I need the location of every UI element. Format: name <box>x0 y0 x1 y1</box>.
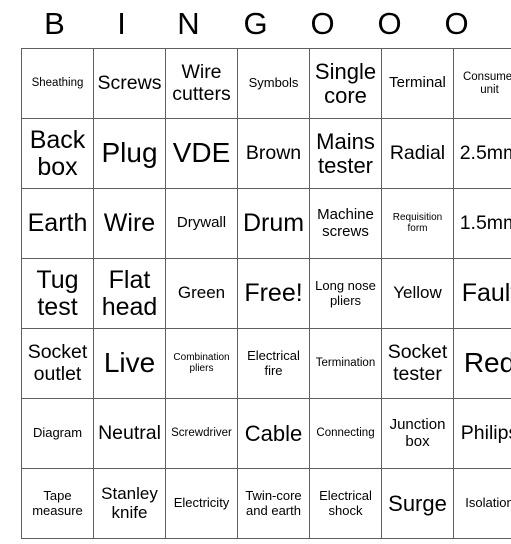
bingo-cell[interactable]: Green <box>165 258 238 329</box>
bingo-cell[interactable]: Symbols <box>237 48 310 119</box>
bingo-cell[interactable]: Isolation <box>453 468 511 539</box>
bingo-cell[interactable]: Back box <box>21 118 94 189</box>
bingo-cell[interactable]: Fault <box>453 258 511 329</box>
bingo-cell[interactable]: Screws <box>93 48 166 119</box>
bingo-cell[interactable]: Cable <box>237 398 310 469</box>
bingo-cell[interactable]: Socket outlet <box>21 328 94 399</box>
bingo-cell[interactable]: Consumer unit <box>453 48 511 119</box>
bingo-grid-body: Sheathing Screws Wire cutters Symbols Single… <box>21 48 511 539</box>
bingo-cell[interactable]: Stanley knife <box>93 468 166 539</box>
bingo-cell[interactable]: 1.5mm <box>453 188 511 259</box>
bingo-cell[interactable]: Radial <box>381 118 454 189</box>
bingo-grid: Sheathing Screws Wire cutters Symbols Single… <box>21 48 511 539</box>
bingo-cell[interactable]: Screwdriver <box>165 398 238 469</box>
bingo-cell[interactable]: Connecting <box>309 398 382 469</box>
bingo-cell[interactable]: 2.5mm <box>453 118 511 189</box>
bingo-header-letter: O <box>310 6 335 41</box>
bingo-header-letter: N <box>177 6 200 41</box>
bingo-header-letter: O <box>444 6 469 41</box>
bingo-cell[interactable]: Electricity <box>165 468 238 539</box>
bingo-cell[interactable]: Socket tester <box>381 328 454 399</box>
bingo-row: Earth Wire Drywall Drum Machine screws Requis… <box>21 188 511 259</box>
bingo-cell[interactable]: Junction box <box>381 398 454 469</box>
bingo-cell[interactable]: Diagram <box>21 398 94 469</box>
bingo-cell[interactable]: Flat head <box>93 258 166 329</box>
bingo-cell[interactable]: Mains tester <box>309 118 382 189</box>
bingo-row: Diagram Neutral Screwdriver Cable Connecting… <box>21 398 511 469</box>
bingo-cell[interactable]: Long nose pliers <box>309 258 382 329</box>
bingo-header-letter: O <box>377 6 402 41</box>
bingo-cell[interactable]: Philips <box>453 398 511 469</box>
bingo-cell[interactable]: Red <box>453 328 511 399</box>
bingo-cell[interactable]: Earth <box>21 188 94 259</box>
bingo-cell[interactable]: Tape measure <box>21 468 94 539</box>
bingo-cell[interactable]: Plug <box>93 118 166 189</box>
bingo-cell[interactable]: Free! <box>237 258 310 329</box>
bingo-row: Sheathing Screws Wire cutters Symbols Single… <box>21 48 511 119</box>
bingo-cell[interactable]: Drywall <box>165 188 238 259</box>
bingo-cell[interactable]: Drum <box>237 188 310 259</box>
bingo-cell[interactable]: Live <box>93 328 166 399</box>
bingo-cell[interactable]: Neutral <box>93 398 166 469</box>
bingo-header-letter: B <box>44 6 65 41</box>
bingo-header-row: BINGOOO <box>21 0 490 48</box>
bingo-row: Back box Plug VDE Brown Mains tester Radial 2.… <box>21 118 511 189</box>
bingo-cell[interactable]: Machine screws <box>309 188 382 259</box>
bingo-cell[interactable]: Sheathing <box>21 48 94 119</box>
bingo-cell[interactable]: Wire <box>93 188 166 259</box>
bingo-cell[interactable]: Surge <box>381 468 454 539</box>
bingo-card: B I N G O O O Sheathing Screws Wire cutters Symbo… <box>0 0 511 544</box>
bingo-cell[interactable]: Wire cutters <box>165 48 238 119</box>
bingo-cell[interactable]: Yellow <box>381 258 454 329</box>
bingo-cell[interactable]: Combination pliers <box>165 328 238 399</box>
bingo-header-letter: I <box>117 6 126 41</box>
bingo-cell[interactable]: Electrical fire <box>237 328 310 399</box>
bingo-row: Tug test Flat head Green Free! Long nose pli… <box>21 258 511 329</box>
bingo-cell[interactable]: Electrical shock <box>309 468 382 539</box>
bingo-cell[interactable]: Requisition form <box>381 188 454 259</box>
bingo-header-letter: G <box>243 6 268 41</box>
bingo-row: Socket outlet Live Combination pliers Elect… <box>21 328 511 399</box>
bingo-cell[interactable]: Single core <box>309 48 382 119</box>
bingo-cell[interactable]: Terminal <box>381 48 454 119</box>
bingo-cell[interactable]: Twin-core and earth <box>237 468 310 539</box>
bingo-row: Tape measure Stanley knife Electricity Twin… <box>21 468 511 539</box>
bingo-cell[interactable]: VDE <box>165 118 238 189</box>
bingo-cell[interactable]: Brown <box>237 118 310 189</box>
bingo-cell[interactable]: Termination <box>309 328 382 399</box>
bingo-cell[interactable]: Tug test <box>21 258 94 329</box>
